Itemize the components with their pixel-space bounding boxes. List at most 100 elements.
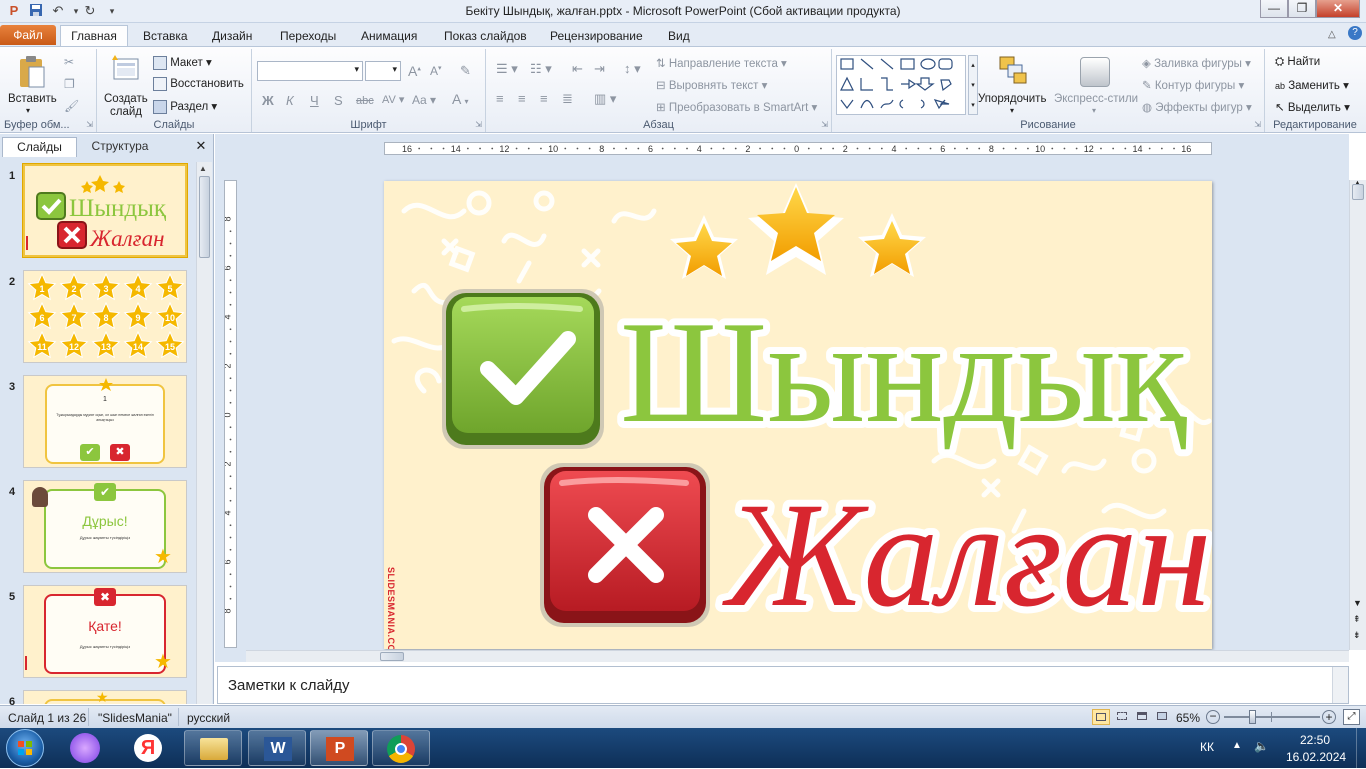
new-slide-button[interactable]: Создать слайд [101,51,151,121]
slide-thumbnail-2[interactable]: 1 2 3 4 5 6 7 8 9 10 11 12 13 14 15 [23,270,187,363]
dialog-launcher-icon[interactable]: ⇲ [86,120,93,129]
tab-slideshow[interactable]: Показ слайдов [436,27,535,47]
tab-review[interactable]: Рецензирование [542,27,651,47]
slide-thumbnail-4[interactable]: ✔ Дұрыс! Дұрыс жауапты түсіндіріңіз ★ [23,480,187,573]
tab-design[interactable]: Дизайн [204,27,260,47]
align-text-button[interactable]: ⊟ Выровнять текст ▾ [656,78,767,92]
underline-button[interactable]: Ч [310,93,319,108]
clear-format-icon[interactable]: ✎ [460,63,471,79]
copy-icon[interactable]: ❐ [64,77,75,91]
line-spacing-icon[interactable]: ↕ ▾ [624,61,641,77]
align-center-icon[interactable]: ≡ [518,91,526,106]
chrome-button[interactable] [372,730,430,766]
volume-icon[interactable]: 🔈 [1254,739,1269,753]
layout-button[interactable]: Макет ▾ [153,55,212,70]
powerpoint-button[interactable]: P [310,730,368,766]
editor-hscroll-thumb[interactable] [380,652,404,661]
tab-outline[interactable]: Структура [80,137,160,157]
bullets-icon[interactable]: ☰ ▾ [496,61,518,77]
cut-icon[interactable]: ✂ [64,55,74,69]
yandex-icon[interactable]: Я [134,734,162,762]
shapes-gallery[interactable] [836,55,966,115]
format-painter-icon[interactable]: 🖌 [64,99,79,113]
italic-button[interactable]: К [286,93,294,108]
normal-view-button[interactable] [1092,709,1110,725]
section-button[interactable]: Раздел ▾ [153,99,217,114]
align-right-icon[interactable]: ≡ [540,91,548,106]
shapes-scroll[interactable]: ▴ ▾ ▾ [968,55,978,115]
reset-button[interactable]: Восстановить [153,77,244,91]
zoom-out-icon[interactable]: − [1206,710,1220,724]
slide-thumbnail-3[interactable]: 1 Тұжырымдарды мұқият оқып, ол шын немес… [23,375,187,468]
select-button[interactable]: ↖ Выделить ▾ [1275,100,1350,114]
shrink-font-button[interactable]: A▾ [430,64,442,78]
tab-slides[interactable]: Слайды [2,137,77,157]
quick-styles-button[interactable]: Экспресс-стили ▾ [1054,51,1138,121]
tray-expand-icon[interactable]: ▲ [1232,740,1242,751]
increase-indent-icon[interactable]: ⇥ [594,61,605,77]
panel-scroll-thumb[interactable] [199,176,210,258]
notes-scrollbar[interactable] [1332,667,1348,703]
columns-icon[interactable]: ▥ ▾ [594,91,616,107]
text-direction-button[interactable]: ⇅ Направление текста ▾ [656,56,787,70]
minimize-button[interactable]: — [1260,0,1288,18]
start-orb-icon[interactable] [6,729,44,767]
align-left-icon[interactable]: ≡ [496,91,504,106]
arrange-button[interactable]: Упорядочить ▾ [978,51,1052,121]
tab-file[interactable]: Файл [0,25,56,45]
replace-button[interactable]: ab Заменить ▾ [1275,78,1349,92]
help-icon[interactable]: ? [1348,26,1362,40]
editor-scrollbar[interactable]: ▲ ▼ ⇞ ⇟ [1349,178,1366,650]
clock-date[interactable]: 16.02.2024 [1286,750,1346,764]
tab-transitions[interactable]: Переходы [272,27,344,47]
paste-button[interactable]: Вставить ▾ [6,51,57,119]
fit-to-window-icon[interactable]: ⤢ [1343,709,1360,725]
slide-thumbnail-1[interactable]: Шындық Жалған [23,164,187,257]
show-desktop-button[interactable] [1356,728,1366,768]
scroll-down-icon[interactable]: ▼ [1353,598,1362,608]
decrease-indent-icon[interactable]: ⇤ [572,61,583,77]
shape-outline-button[interactable]: ✎ Контур фигуры ▾ [1142,78,1244,92]
tab-view[interactable]: Вид [660,27,698,47]
tab-home[interactable]: Главная [60,25,128,47]
panel-scrollbar[interactable]: ▲ [196,162,212,704]
tab-insert[interactable]: Вставка [135,27,196,47]
bold-button[interactable]: Ж [262,93,274,108]
scroll-up-icon[interactable]: ▲ [199,164,207,173]
next-slide-icon[interactable]: ⇟ [1353,630,1361,641]
grow-font-button[interactable]: A▴ [408,63,421,79]
zoom-slider[interactable] [1224,710,1320,724]
font-size-box[interactable]: ▾ [365,61,401,81]
explorer-button[interactable] [184,730,242,766]
slide-sorter-button[interactable] [1114,709,1132,725]
shape-effects-button[interactable]: ◍ Эффекты фигур ▾ [1142,100,1252,114]
editor-scroll-thumb[interactable] [1352,184,1364,200]
numbering-icon[interactable]: ☷ ▾ [530,61,552,77]
prev-slide-icon[interactable]: ⇞ [1353,614,1361,625]
minimize-ribbon-icon[interactable]: △ [1328,29,1336,40]
shape-fill-button[interactable]: ◈ Заливка фигуры ▾ [1142,56,1251,70]
zoom-in-icon[interactable]: + [1322,710,1336,724]
slideshow-button[interactable] [1154,709,1172,725]
smartart-button[interactable]: ⊞ Преобразовать в SmartArt ▾ [656,100,817,114]
keyboard-language[interactable]: КК [1200,740,1214,754]
word-button[interactable]: W [248,730,306,766]
reading-view-button[interactable] [1134,709,1152,725]
editor-hscrollbar[interactable] [246,650,1349,662]
shadow-button[interactable]: S [334,93,343,108]
strikethrough-button[interactable]: abc [356,95,374,107]
zoom-slider-thumb[interactable] [1249,710,1257,724]
dialog-launcher-icon[interactable]: ⇲ [821,120,828,129]
justify-icon[interactable]: ≣ [562,91,573,107]
notes-pane[interactable]: Заметки к слайду [217,666,1349,704]
slide-thumbnail-5[interactable]: ✖ Қате! Дұрыс жауапты түсіндіріңіз ★ [23,585,187,678]
restore-button[interactable]: ❐ [1288,0,1316,18]
panel-close-icon[interactable]: ✕ [193,138,209,154]
slide-canvas[interactable]: Шындық Шындық Жалған Жалған SLIDESMANIA.… [384,181,1212,649]
find-button[interactable]: ⛭ Найти [1275,56,1320,69]
language-indicator[interactable]: русский [187,711,230,725]
tab-animation[interactable]: Анимация [353,27,425,47]
dialog-launcher-icon[interactable]: ⇲ [475,120,482,129]
zoom-level[interactable]: 65% [1176,711,1200,725]
font-name-box[interactable]: ▾ [257,61,363,81]
